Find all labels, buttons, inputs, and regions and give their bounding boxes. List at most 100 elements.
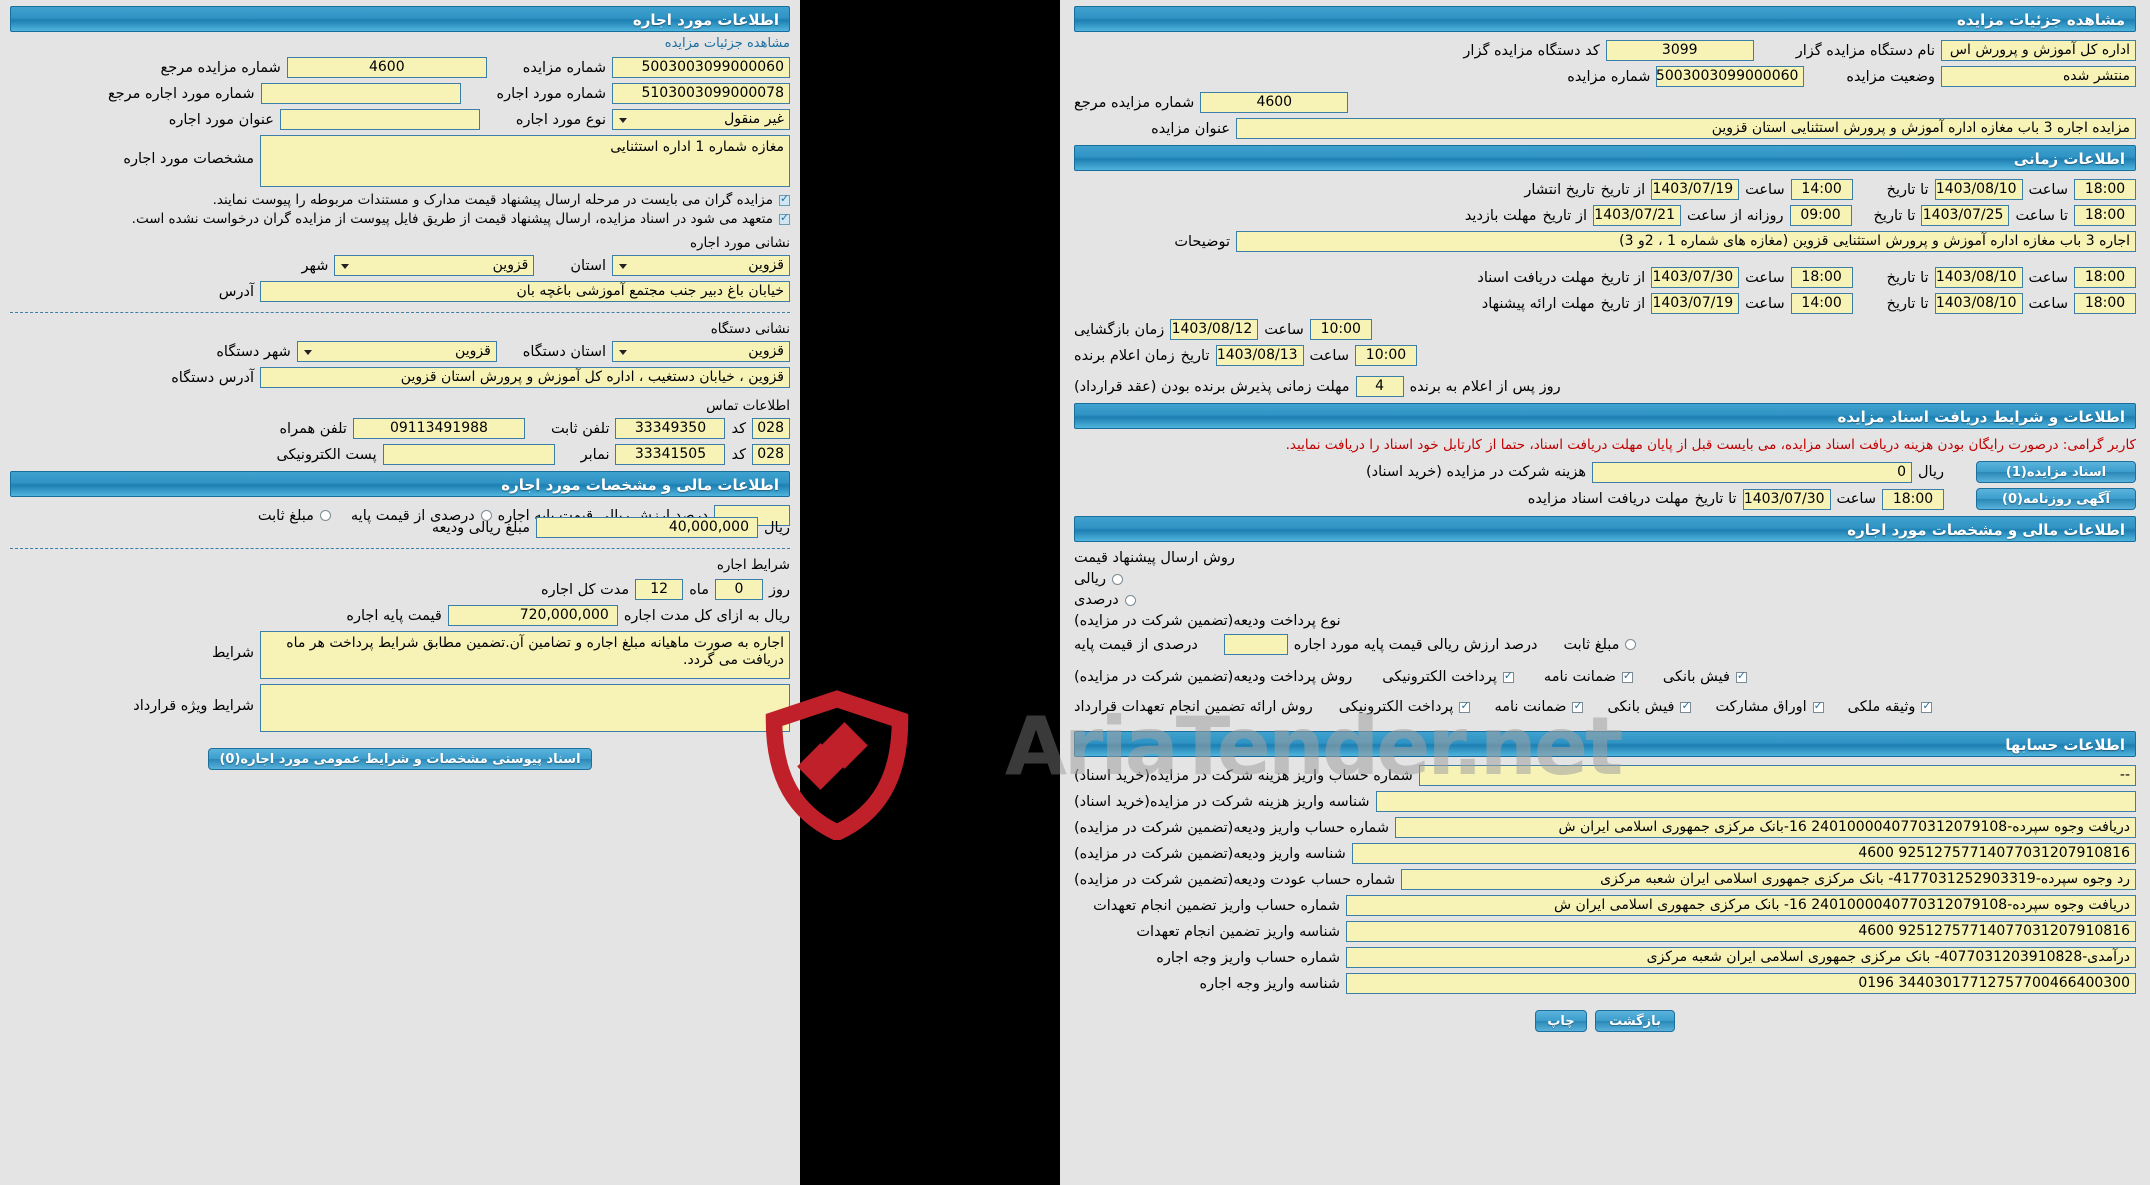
back-button[interactable]: بازگشت [1595, 1010, 1675, 1032]
row-winner-announcement: 10:00 ساعت 1403/08/13 تاریخ زمان اعلام ب… [1074, 345, 2136, 366]
publish-from-time: 14:00 [1790, 179, 1853, 200]
ref-auction-number-label: شماره مزایده مرجع [1074, 94, 1195, 111]
docs-warning-text: کاربر گرامی: درصورت رایگان بودن هزینه در… [1285, 437, 2136, 453]
ref-auction-number-value: 4600 [1200, 92, 1349, 113]
auction-details-panel: مشاهده جزئیات مزایده اداره کل آموزش و پر… [1060, 0, 2150, 1185]
publish-from-date: 1403/07/19 [1651, 179, 1740, 200]
row-acceptance-period: روز پس از اعلام به برنده 4 مهلت زمانی پذ… [1074, 376, 2136, 397]
docs-deadline-date: 1403/07/30 [1742, 488, 1831, 510]
lease-province-label: استان [570, 257, 606, 274]
deposit-method-3: فیش بانکی [1662, 669, 1730, 685]
org-province-select[interactable]: قزوین [612, 341, 790, 362]
deposit-method-checkbox-1[interactable] [1502, 669, 1514, 683]
row-description: اجاره 3 باب مغازه اداره آموزش و پرورش اس… [1074, 231, 2136, 252]
docs-from-hour-label: ساعت [1745, 269, 1785, 286]
status-label: وضعیت مزایده [1846, 68, 1935, 85]
percent-value-input-right[interactable] [1223, 634, 1288, 655]
account-value-1 [1375, 791, 2136, 812]
docs-cost-label: هزینه شرکت در مزایده (خرید اسناد) [1365, 464, 1586, 480]
note-1-text: مزایده گران می بایست در مرحله ارسال پیشن… [212, 192, 773, 208]
fixed-amount-radio-right[interactable] [1625, 639, 1637, 650]
deposit-method-checkbox-2[interactable] [1621, 669, 1633, 683]
account-label-3: شناسه واریز ودیعه(تضمین شرکت در مزایده) [1074, 845, 1346, 862]
proposal-from-time: 14:00 [1790, 293, 1853, 314]
publish-to-time: 18:00 [2074, 179, 2136, 200]
lease-province-select[interactable]: قزوین [612, 255, 790, 276]
fixed-amount-label-right: مبلغ ثابت [1563, 636, 1620, 653]
org-label: نام دستگاه مزایده گزار [1795, 42, 1935, 59]
winner-hour-label: ساعت [1309, 347, 1349, 364]
publish-from-prefix: از تاریخ [1600, 181, 1646, 198]
status-value: منتشر شده [1941, 66, 2136, 87]
row-auction-number: 5003003099000060 شماره مزایده 4600 شماره… [10, 57, 790, 78]
duration-label: مدت کل اجاره [541, 581, 630, 598]
lease-city-label: شهر [301, 257, 329, 274]
auction-number-label: شماره مزایده [522, 59, 606, 76]
print-button[interactable]: چاپ [1535, 1010, 1587, 1032]
rial-label: ریالی [1074, 571, 1106, 587]
deposit-amount-label: مبلغ ریالی ودیعه [431, 519, 530, 536]
days-label: روز [768, 581, 790, 598]
attachments-button[interactable]: اسناد پیوستی مشخصات و شرایط عمومی مورد ا… [208, 748, 592, 770]
publish-from-hour-label: ساعت [1745, 181, 1785, 198]
percent-radio[interactable] [1124, 594, 1136, 606]
lease-title-value [279, 109, 480, 130]
opening-label: زمان بازگشایی [1074, 321, 1165, 338]
section-title: اطلاعات مالی و مشخصات مورد اجاره [1847, 521, 2125, 539]
ariatender-shield-logo [765, 690, 909, 840]
visit-from-time: 09:00 [1789, 205, 1852, 226]
lease-specs-textarea[interactable]: مغازه شماره 1 اداره استثنایی [260, 135, 790, 187]
lease-info-panel: اطلاعات مورد اجاره مشاهده جزئیات مزایده … [0, 0, 800, 1185]
lease-city-select[interactable]: قزوین [334, 255, 535, 276]
publish-to-date: 1403/08/10 [1934, 179, 2023, 200]
auction-documents-button[interactable]: اسناد مزایده(1) [1976, 461, 2136, 483]
note-2-text: متعهد می شود در اسناد مزایده، ارسال پیشن… [131, 211, 773, 227]
org-code-value: 3099 [1605, 40, 1754, 61]
divider-1 [10, 312, 790, 313]
visit-to-prefix: تا تاریخ [1873, 207, 1916, 224]
newspaper-ad-button[interactable]: آگهی روزنامه(0) [1976, 488, 2136, 510]
view-auction-details-link[interactable]: مشاهده جزئیات مزایده [665, 36, 790, 51]
watermark-text-dark: Aria [1005, 700, 1060, 793]
terms-textarea[interactable]: اجاره به صورت ماهیانه مبلغ اجاره و تضامی… [260, 631, 790, 679]
rial-radio[interactable] [1111, 573, 1123, 585]
section-header-financial-right: اطلاعات مالی و مشخصات مورد اجاره [1074, 516, 2136, 542]
table-row: دریافت وجوه سپرده-2401000040770312079108… [1074, 817, 2136, 838]
auction-number-value: 5003003099000060 [1656, 66, 1805, 87]
proposal-to-hour-label: ساعت [2028, 295, 2068, 312]
lease-item-number-label: شماره مورد اجاره [496, 85, 607, 102]
fixed-amount-radio[interactable] [319, 510, 331, 521]
section-header-docs: اطلاعات و شرایط دریافت اسناد مزایده [1074, 403, 2136, 429]
row-lease-type: غیر منقول نوع مورد اجاره عنوان مورد اجار… [10, 109, 790, 130]
docs-to-time: 18:00 [2074, 267, 2136, 288]
lease-item-number-value: 5103003099000078 [612, 83, 790, 104]
guarantee-method-checkbox-3[interactable] [1680, 699, 1692, 713]
visit-from-date: 1403/07/21 [1592, 205, 1681, 226]
lease-address-label: آدرس [218, 283, 254, 300]
opening-time-value: 10:00 [1309, 319, 1372, 340]
tel-label: تلفن ثابت [550, 420, 610, 437]
guarantee-method-checkbox-5[interactable] [1921, 699, 1933, 713]
org-code-label: کد دستگاه مزایده گزار [1463, 42, 1600, 59]
row-lease-item-number: 5103003099000078 شماره مورد اجاره شماره … [10, 83, 790, 104]
footer-button-row: بازگشت چاپ [1074, 1010, 2136, 1032]
row-lease-address: خیابان باغ دبیر جنب مجتمع آموزشی باغچه ب… [10, 281, 790, 302]
row-docs-deadline-2: آگهی روزنامه(0) 18:00 ساعت 1403/07/30 تا… [1074, 488, 2136, 510]
guarantee-method-checkbox-4[interactable] [1812, 699, 1824, 713]
org-city-select[interactable]: قزوین [296, 341, 497, 362]
account-label-2: شماره حساب واریز ودیعه(تضمین شرکت در مزا… [1074, 819, 1390, 836]
row-terms: اجاره به صورت ماهیانه مبلغ اجاره و تضامی… [10, 631, 790, 679]
special-terms-textarea[interactable] [260, 684, 790, 732]
watermark-text-light: AriaTender.net [1005, 700, 1623, 793]
docs-to-prefix: تا تاریخ [1886, 269, 1929, 286]
row-org: اداره کل آموزش و پرورش اس نام دستگاه مزا… [1074, 40, 2136, 61]
docs-cost-value: 0 [1592, 461, 1912, 483]
lease-type-select[interactable]: غیر منقول [612, 109, 790, 130]
row-org-address: قزوین ، خیابان دستغیب ، اداره کل آموزش و… [10, 367, 790, 388]
table-row: دریافت وجوه سپرده-2401000040770312079108… [1074, 895, 2136, 916]
org-address-value: قزوین ، خیابان دستغیب ، اداره کل آموزش و… [260, 367, 790, 388]
deposit-method-checkbox-3[interactable] [1735, 669, 1747, 683]
divider-2 [10, 548, 790, 549]
section-title: اطلاعات زمانی [2013, 150, 2125, 168]
proposal-from-hour-label: ساعت [1745, 295, 1785, 312]
